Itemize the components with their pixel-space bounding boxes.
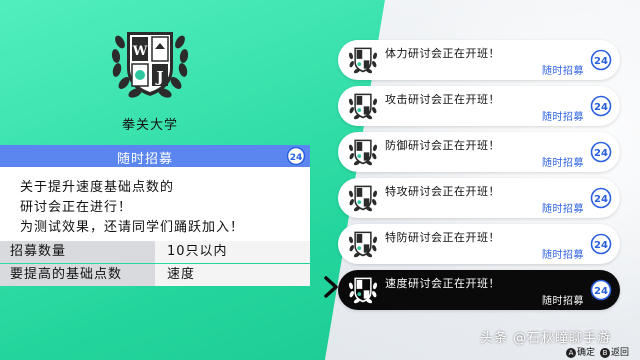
- seminar-title: 攻击研讨会正在开班！: [385, 93, 500, 106]
- timer-24-icon: 24: [590, 141, 612, 163]
- seminar-card[interactable]: 特防研讨会正在开班！ 随时招募 24: [338, 224, 620, 264]
- timer-24-label: 24: [290, 153, 303, 163]
- seminar-card[interactable]: 防御研讨会正在开班！ 随时招募 24: [338, 132, 620, 172]
- emblem-letter-w: W: [132, 44, 148, 59]
- timer-24-label: 24: [594, 286, 608, 297]
- school-name: 拳关大学: [121, 118, 178, 133]
- seminar-title: 防御研讨会正在开班！: [385, 139, 500, 152]
- back-hint[interactable]: B 返回: [600, 345, 629, 358]
- seminar-title: 特攻研讨会正在开班！: [385, 185, 500, 198]
- stat-label: 要提高的基础点数: [0, 264, 155, 286]
- seminar-tag: 随时招募: [542, 204, 584, 215]
- recruit-header-title: 随时招募: [116, 152, 173, 167]
- description-line: 关于提升速度基础点数的: [20, 180, 175, 195]
- seminar-card[interactable]: 攻击研讨会正在开班！ 随时招募 24: [338, 86, 620, 126]
- school-emblem-icon: [348, 47, 378, 74]
- timer-24-label: 24: [594, 56, 608, 67]
- timer-24-icon: 24: [286, 146, 306, 166]
- back-label: 返回: [611, 348, 630, 358]
- stat-row-count: 招募数量 10只以内: [0, 241, 310, 263]
- seminar-card[interactable]: 体力研讨会正在开班！ 随时招募 24: [338, 40, 620, 80]
- stat-row-base-points: 要提高的基础点数 速度: [0, 264, 310, 286]
- description-line: 为测试效果，还请同学们踊跃加入！: [20, 220, 245, 235]
- school-emblem-icon: [348, 231, 378, 258]
- stat-label: 招募数量: [0, 241, 155, 263]
- school-emblem-icon: [348, 277, 378, 304]
- stat-value: 10只以内: [155, 241, 310, 263]
- recruit-header: 随时招募 24: [0, 145, 310, 167]
- seminar-card[interactable]: 特攻研讨会正在开班！ 随时招募 24: [338, 178, 620, 218]
- school-emblem-icon: [348, 93, 378, 120]
- seminar-tag: 随时招募: [542, 112, 584, 123]
- timer-24-icon: 24: [590, 49, 612, 71]
- timer-24-label: 24: [594, 148, 608, 159]
- seminar-tag: 随时招募: [542, 250, 584, 261]
- seminar-card[interactable]: 速度研讨会正在开班！ 随时招募 24: [338, 270, 620, 310]
- seminar-tag: 随时招募: [542, 66, 584, 77]
- school-emblem-icon: [348, 185, 378, 212]
- emblem-letter-j: J: [154, 68, 163, 86]
- confirm-hint[interactable]: A 确定: [566, 345, 595, 358]
- seminar-tag: 随时招募: [542, 158, 584, 169]
- recruit-description: 关于提升速度基础点数的 研讨会正在进行！ 为测试效果，还请同学们踊跃加入！: [0, 167, 310, 241]
- selection-cursor-icon: [324, 276, 338, 298]
- seminar-title: 速度研讨会正在开班！: [385, 277, 500, 290]
- timer-24-icon: 24: [590, 233, 612, 255]
- school-emblem-icon: [348, 139, 378, 166]
- a-button-icon: A: [566, 347, 576, 358]
- timer-24-icon: 24: [590, 95, 612, 117]
- seminar-title: 特防研讨会正在开班！: [385, 231, 500, 244]
- confirm-label: 确定: [577, 348, 596, 358]
- seminar-tag: 随时招募: [542, 296, 584, 307]
- b-button-icon: B: [600, 347, 610, 358]
- timer-24-icon: 24: [590, 187, 612, 209]
- stat-value: 速度: [155, 264, 310, 286]
- watermark: 头条 @石秋瞳聊手游: [480, 331, 612, 346]
- seminar-title: 体力研讨会正在开班！: [385, 47, 500, 60]
- timer-24-label: 24: [594, 240, 608, 251]
- timer-24-icon: 24: [590, 279, 612, 301]
- timer-24-label: 24: [594, 194, 608, 205]
- description-line: 研讨会正在进行！: [20, 200, 133, 215]
- school-emblem-icon: W J: [111, 32, 189, 98]
- timer-24-label: 24: [594, 102, 608, 113]
